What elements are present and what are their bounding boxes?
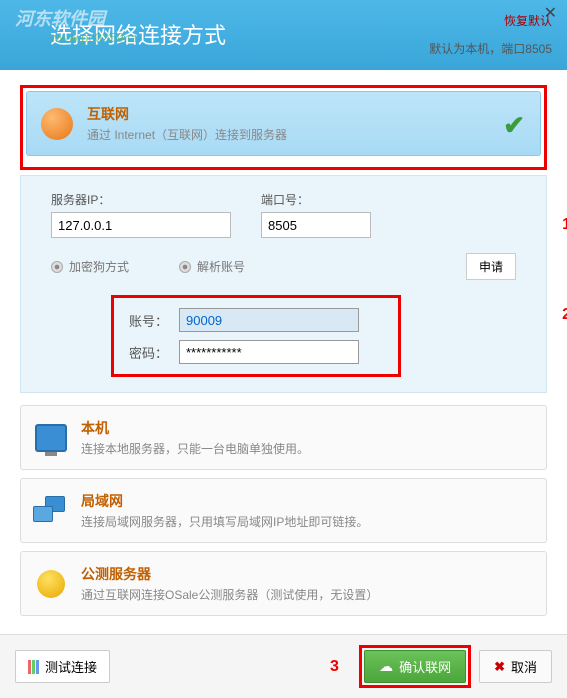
radio-dongle[interactable]: 加密狗方式 <box>51 258 129 275</box>
watermark-text: 河东软件园 <box>15 5 105 31</box>
annotation-frame-1: 互联网 通过 Internet（互联网）连接到服务器 ✔ <box>20 85 547 170</box>
cloud-icon: ☁ <box>379 658 393 675</box>
annotation-frame-3: ☁ 确认联网 <box>359 645 471 688</box>
confirm-label: 确认联网 <box>399 657 451 676</box>
annotation-frame-2: 账号： 密码： <box>111 295 401 377</box>
test-connection-button[interactable]: 测试连接 <box>15 650 110 683</box>
port-label: 端口号： <box>261 191 371 208</box>
restore-default-link[interactable]: 恢复默认 <box>504 12 552 29</box>
default-info-text: 默认为本机，端口8505 <box>429 40 552 57</box>
cancel-label: 取消 <box>511 657 537 676</box>
option-lan-desc: 连接局域网服务器，只用填写局域网IP地址即可链接。 <box>81 513 534 530</box>
radio-parse-label: 解析账号 <box>197 258 245 275</box>
option-local-desc: 连接本地服务器，只能一台电脑单独使用。 <box>81 440 534 457</box>
bulb-icon <box>33 566 69 602</box>
password-label: 密码： <box>129 343 179 362</box>
lan-icon <box>33 493 69 529</box>
server-ip-input[interactable] <box>51 212 231 238</box>
option-internet-title: 互联网 <box>87 104 528 124</box>
port-input[interactable] <box>261 212 371 238</box>
annotation-2: 2 <box>562 306 567 324</box>
watermark-url: www.pc0359.cn <box>50 30 141 45</box>
password-input[interactable] <box>179 340 359 364</box>
option-local-title: 本机 <box>81 418 534 438</box>
config-panel: 1 2 服务器IP： 端口号： 加密狗方式 解析账号 申请 <box>20 175 547 393</box>
confirm-button[interactable]: ☁ 确认联网 <box>364 650 466 683</box>
annotation-1: 1 <box>562 216 567 234</box>
account-input[interactable] <box>179 308 359 332</box>
radio-parse-account[interactable]: 解析账号 <box>179 258 245 275</box>
option-internet-desc: 通过 Internet（互联网）连接到服务器 <box>87 126 528 143</box>
apply-button[interactable]: 申请 <box>466 253 516 280</box>
annotation-3: 3 <box>330 658 339 676</box>
bars-icon <box>28 660 39 674</box>
globe-icon <box>39 106 75 142</box>
radio-icon <box>179 261 191 273</box>
option-beta-desc: 通过互联网连接OSale公测服务器（测试使用，无设置） <box>81 586 534 603</box>
option-local[interactable]: 本机 连接本地服务器，只能一台电脑单独使用。 <box>20 405 547 470</box>
checkmark-icon: ✔ <box>503 110 525 141</box>
option-lan-title: 局域网 <box>81 491 534 511</box>
x-icon: ✖ <box>494 659 505 675</box>
ip-label: 服务器IP： <box>51 191 231 208</box>
option-beta-title: 公测服务器 <box>81 564 534 584</box>
radio-icon <box>51 261 63 273</box>
option-beta[interactable]: 公测服务器 通过互联网连接OSale公测服务器（测试使用，无设置） <box>20 551 547 616</box>
account-label: 账号： <box>129 311 179 330</box>
cancel-button[interactable]: ✖ 取消 <box>479 650 552 683</box>
option-lan[interactable]: 局域网 连接局域网服务器，只用填写局域网IP地址即可链接。 <box>20 478 547 543</box>
option-internet[interactable]: 互联网 通过 Internet（互联网）连接到服务器 ✔ <box>26 91 541 156</box>
test-connection-label: 测试连接 <box>45 657 97 676</box>
radio-dongle-label: 加密狗方式 <box>69 258 129 275</box>
monitor-icon <box>33 420 69 456</box>
